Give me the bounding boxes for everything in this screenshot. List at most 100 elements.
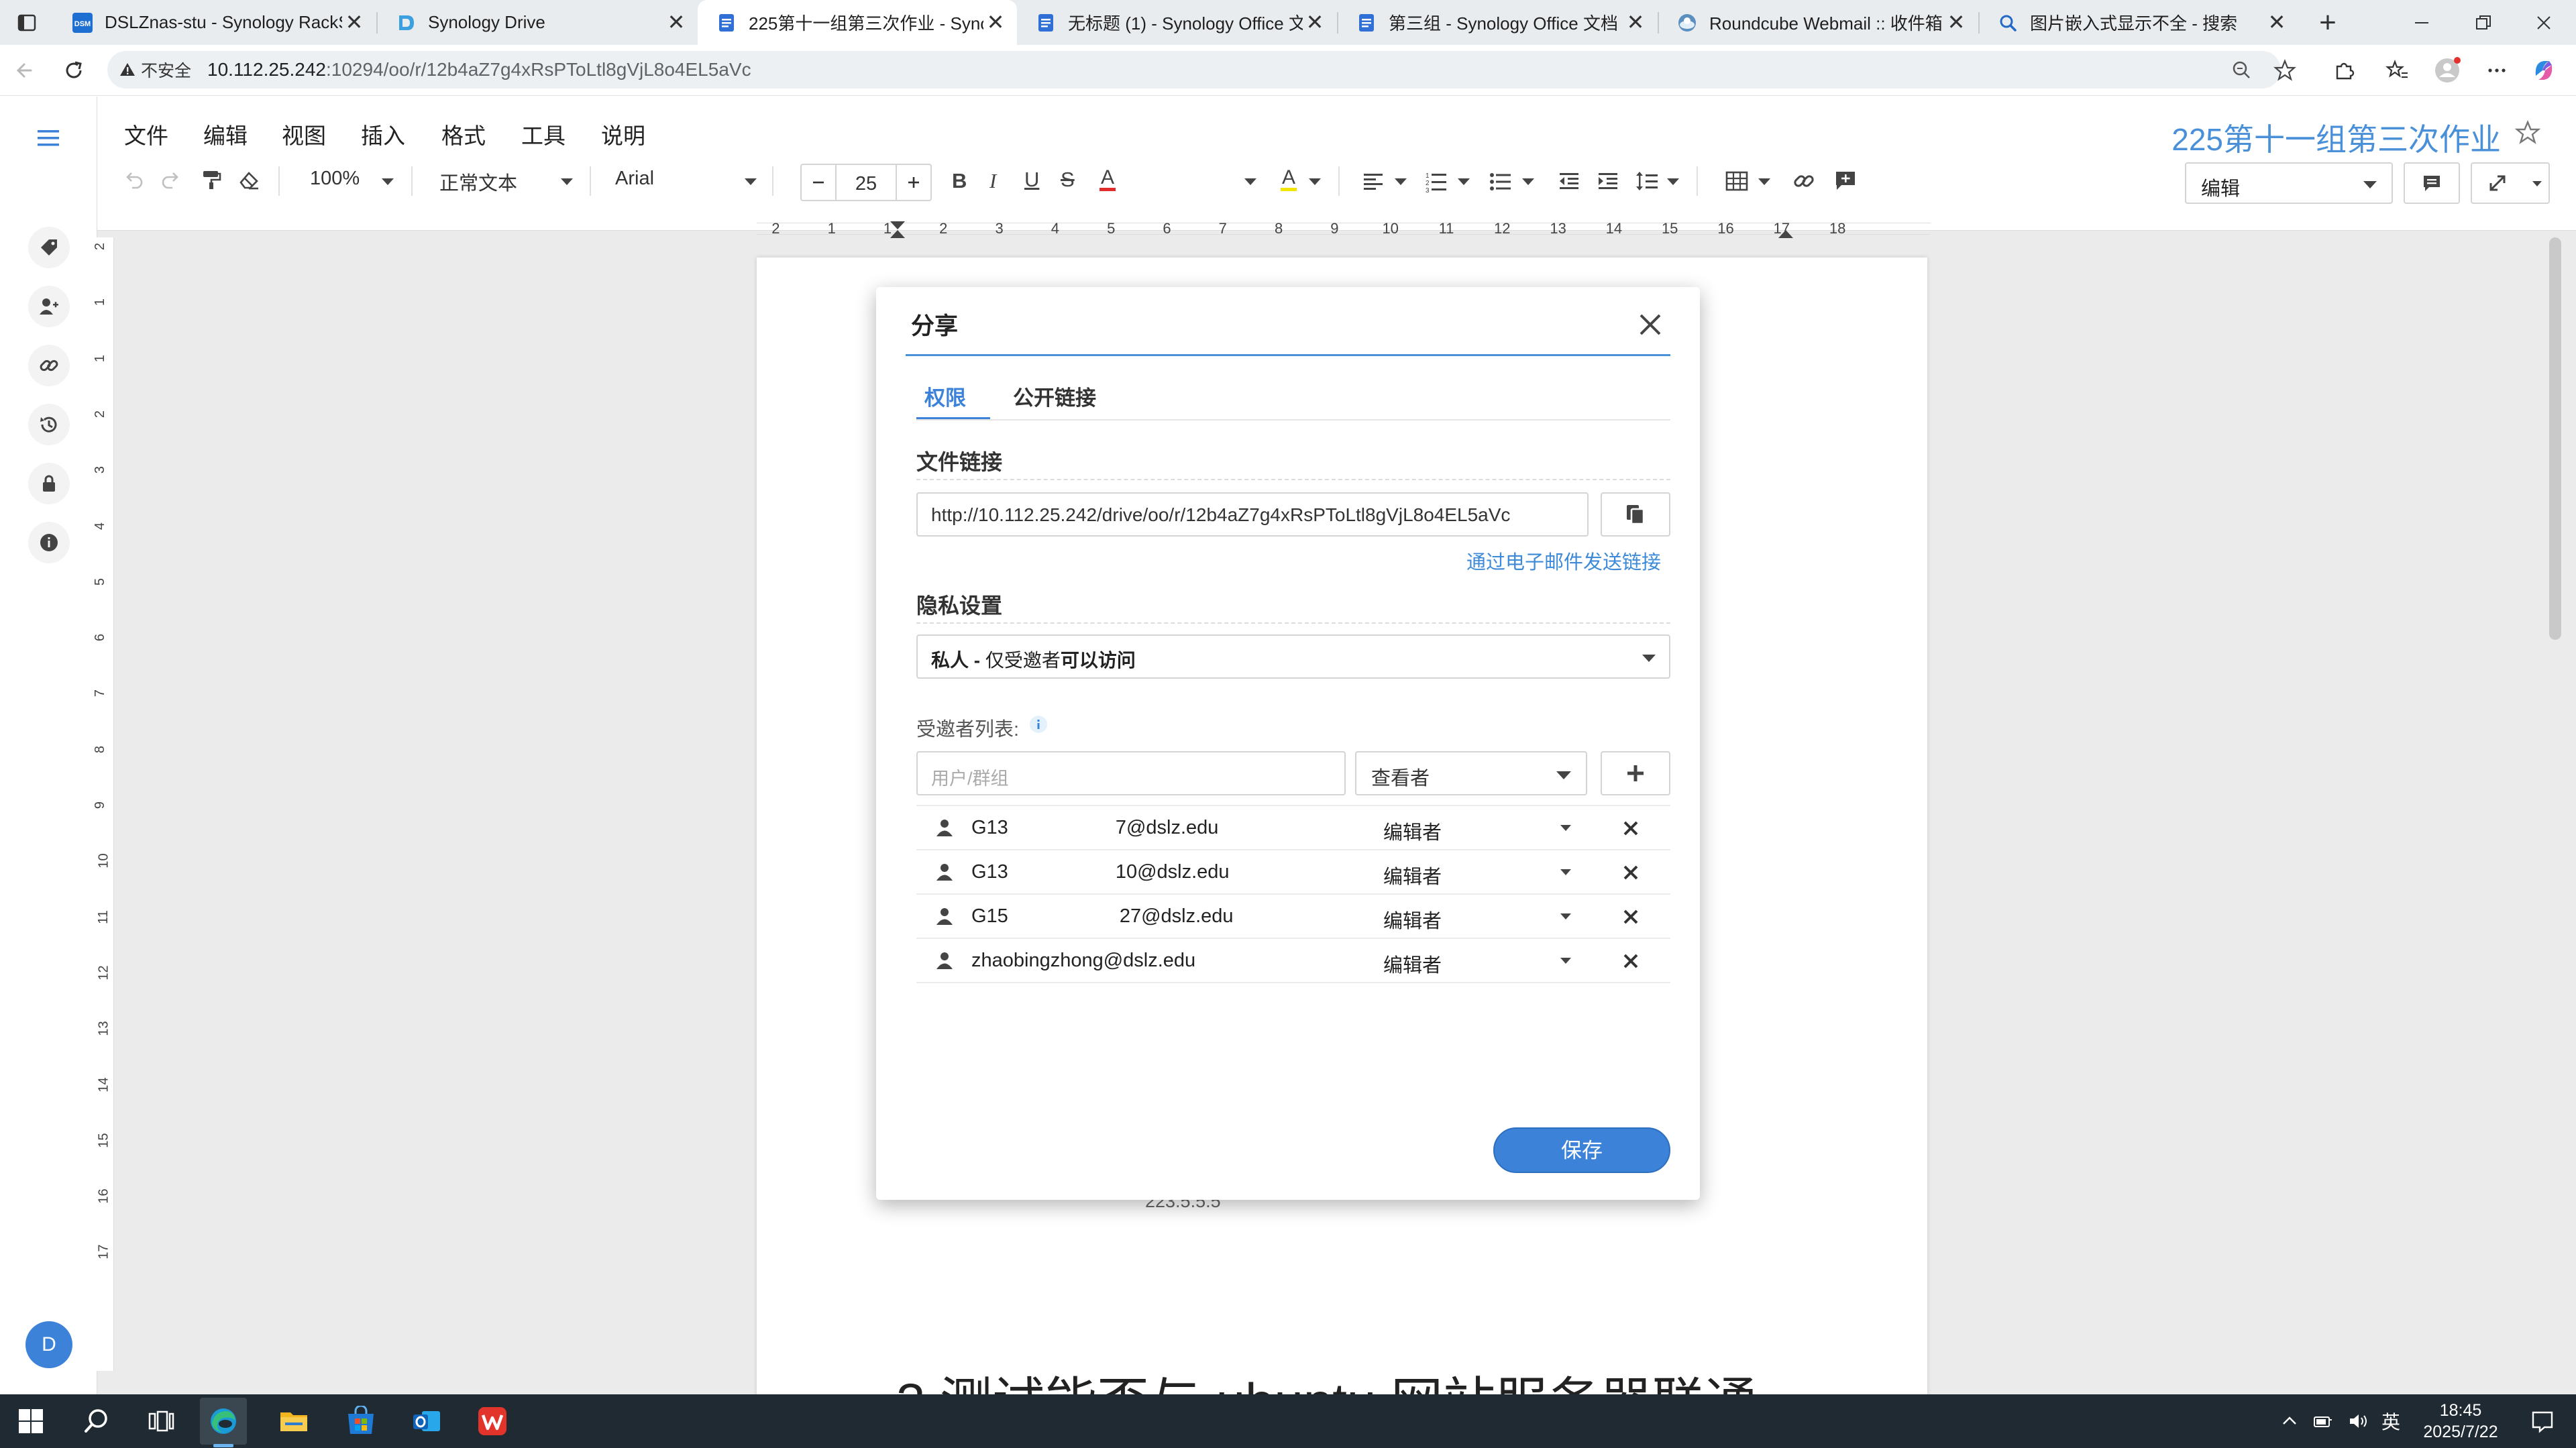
extensions-icon[interactable] bbox=[2329, 56, 2359, 85]
paragraph-style-select[interactable]: 正常文本 bbox=[439, 168, 517, 196]
browser-tab-untitled[interactable]: 无标题 (1) - Synology Office 文档 ✕ bbox=[1017, 0, 1336, 45]
chevron-down-icon[interactable] bbox=[1560, 825, 1571, 831]
right-indent-marker[interactable] bbox=[1778, 230, 1793, 238]
new-tab-button[interactable]: + bbox=[2301, 0, 2355, 45]
browser-tab-roundcube[interactable]: Roundcube Webmail :: 收件箱 ✕ bbox=[1658, 0, 1978, 45]
star-icon[interactable] bbox=[2513, 118, 2542, 148]
close-tab-icon[interactable]: ✕ bbox=[342, 11, 366, 35]
insert-comment-icon[interactable] bbox=[1833, 169, 1858, 193]
microsoft-store-icon[interactable] bbox=[342, 1402, 380, 1440]
remove-invitee-icon[interactable] bbox=[1619, 817, 1642, 840]
user-avatar[interactable]: D bbox=[25, 1321, 72, 1368]
line-spacing-icon[interactable] bbox=[1635, 169, 1659, 193]
privacy-select[interactable]: 私人 - 仅受邀者可以访问 bbox=[916, 634, 1670, 679]
not-secure-badge[interactable]: 不安全 bbox=[119, 58, 191, 82]
edge-taskbar-icon[interactable] bbox=[200, 1398, 247, 1447]
close-tab-icon[interactable]: ✕ bbox=[664, 11, 688, 35]
invitee-role[interactable]: 编辑者 bbox=[1383, 817, 1442, 845]
notification-icon[interactable] bbox=[2524, 1402, 2561, 1440]
system-clock[interactable]: 18:45 2025/7/22 bbox=[2407, 1400, 2514, 1443]
link-icon[interactable] bbox=[28, 345, 70, 386]
profile-avatar-icon[interactable] bbox=[2432, 56, 2462, 85]
chevron-down-icon[interactable] bbox=[1560, 913, 1571, 920]
reload-icon[interactable] bbox=[59, 56, 89, 85]
tab-actions-icon[interactable] bbox=[0, 0, 54, 45]
close-tab-icon[interactable]: ✕ bbox=[2265, 11, 2289, 35]
ime-indicator[interactable]: 英 bbox=[2381, 1408, 2400, 1435]
font-family-select[interactable]: Arial bbox=[615, 168, 654, 190]
underline-icon[interactable]: U bbox=[1024, 168, 1039, 192]
browser-tab-search[interactable]: 图片嵌入式显示不全 - 搜索 ✕ bbox=[1979, 0, 2298, 45]
wps-office-icon[interactable] bbox=[474, 1402, 511, 1440]
favorites-icon[interactable] bbox=[2383, 56, 2412, 85]
history-icon[interactable] bbox=[28, 404, 70, 445]
redo-icon[interactable] bbox=[159, 168, 183, 192]
mode-select[interactable]: 编辑 bbox=[2185, 162, 2393, 204]
menu-tools[interactable]: 工具 bbox=[521, 118, 566, 150]
increase-indent-icon[interactable] bbox=[1596, 169, 1620, 193]
invitee-role[interactable]: 编辑者 bbox=[1383, 950, 1442, 978]
file-explorer-icon[interactable] bbox=[275, 1402, 313, 1440]
search-icon[interactable] bbox=[78, 1402, 115, 1440]
menu-file[interactable]: 文件 bbox=[124, 118, 168, 150]
hamburger-menu-icon[interactable] bbox=[35, 125, 62, 152]
copy-link-button[interactable] bbox=[1601, 492, 1670, 537]
document-title[interactable]: 225第十一组第三次作业 bbox=[2171, 115, 2501, 160]
numbered-list-icon[interactable]: 123 bbox=[1424, 169, 1448, 193]
url-text[interactable]: 10.112.25.242:10294/oo/r/12b4aZ7g4xRsPTo… bbox=[207, 59, 751, 80]
invitee-role[interactable]: 编辑者 bbox=[1383, 905, 1442, 934]
restore-icon[interactable] bbox=[2450, 0, 2517, 45]
add-invitee-button[interactable] bbox=[1601, 751, 1670, 795]
browser-tab-dsm[interactable]: DSM DSLZnas-stu - Synology RackStation ✕ bbox=[54, 0, 376, 45]
windows-start-icon[interactable] bbox=[12, 1402, 50, 1440]
save-button[interactable]: 保存 bbox=[1493, 1127, 1670, 1173]
comments-icon[interactable] bbox=[2404, 162, 2460, 204]
remove-invitee-icon[interactable] bbox=[1619, 905, 1642, 928]
highlight-color-icon[interactable]: A bbox=[1275, 164, 1303, 197]
chevron-down-icon[interactable] bbox=[1560, 958, 1571, 964]
add-user-icon[interactable] bbox=[28, 286, 70, 327]
file-link-input[interactable]: http://10.112.25.242/drive/oo/r/12b4aZ7g… bbox=[916, 492, 1589, 537]
left-indent-marker[interactable] bbox=[890, 230, 905, 238]
close-tab-icon[interactable]: ✕ bbox=[1303, 11, 1327, 35]
increase-font-icon[interactable] bbox=[896, 165, 930, 200]
first-line-indent-marker[interactable] bbox=[890, 221, 905, 229]
table-icon[interactable] bbox=[1725, 169, 1749, 193]
invitee-role[interactable]: 编辑者 bbox=[1383, 861, 1442, 889]
user-group-input[interactable]: 用户/群组 bbox=[916, 751, 1346, 795]
fullscreen-icon[interactable] bbox=[2471, 162, 2550, 204]
zoom-select[interactable]: 100% bbox=[310, 168, 360, 190]
tag-icon[interactable] bbox=[28, 227, 70, 268]
zoom-icon[interactable] bbox=[2227, 56, 2257, 85]
undo-icon[interactable] bbox=[121, 168, 146, 192]
align-icon[interactable] bbox=[1361, 169, 1385, 193]
insert-link-icon[interactable] bbox=[1792, 169, 1816, 193]
strikethrough-icon[interactable]: S bbox=[1061, 168, 1075, 192]
volume-icon[interactable] bbox=[2348, 1412, 2369, 1431]
lock-icon[interactable] bbox=[28, 463, 70, 504]
clear-format-icon[interactable] bbox=[237, 168, 261, 192]
favorite-star-icon[interactable] bbox=[2270, 56, 2300, 85]
font-size-stepper[interactable]: 25 bbox=[800, 164, 932, 201]
chevron-down-icon[interactable] bbox=[1560, 869, 1571, 875]
paint-format-icon[interactable] bbox=[199, 168, 223, 192]
browser-tab-active-doc[interactable]: 225第十一组第三次作业 - Synology Office ✕ bbox=[698, 0, 1017, 45]
remove-invitee-icon[interactable] bbox=[1619, 950, 1642, 972]
menu-view[interactable]: 视图 bbox=[282, 118, 326, 150]
task-view-icon[interactable] bbox=[142, 1402, 180, 1440]
remove-invitee-icon[interactable] bbox=[1619, 861, 1642, 884]
network-icon[interactable] bbox=[2313, 1412, 2337, 1431]
minimize-icon[interactable] bbox=[2388, 0, 2455, 45]
browser-tab-drive[interactable]: Synology Drive ✕ bbox=[377, 0, 698, 45]
tab-public-link[interactable]: 公开链接 bbox=[1013, 381, 1096, 411]
bold-icon[interactable]: B bbox=[952, 169, 967, 193]
role-select[interactable]: 查看者 bbox=[1355, 751, 1587, 795]
decrease-indent-icon[interactable] bbox=[1557, 169, 1581, 193]
close-tab-icon[interactable]: ✕ bbox=[983, 11, 1008, 35]
copilot-icon[interactable] bbox=[2529, 56, 2559, 85]
info-icon[interactable] bbox=[28, 522, 70, 563]
menu-format[interactable]: 格式 bbox=[441, 118, 486, 150]
outlook-icon[interactable] bbox=[408, 1402, 445, 1440]
send-link-by-email-link[interactable]: 通过电子邮件发送链接 bbox=[1466, 547, 1661, 575]
font-color-icon[interactable]: A bbox=[1094, 164, 1122, 197]
